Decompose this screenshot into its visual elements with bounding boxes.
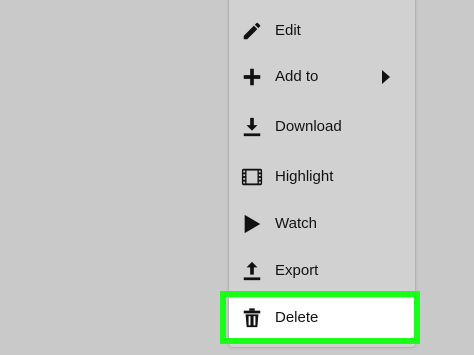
- menu-item-export[interactable]: Export: [229, 251, 415, 291]
- menu-item-label: Add to: [275, 68, 319, 85]
- context-menu: Edit Add to Download Highlight Watch Exp…: [228, 0, 416, 348]
- pencil-icon: [241, 20, 263, 42]
- menu-item-label: Delete: [275, 309, 319, 326]
- menu-item-watch[interactable]: Watch: [229, 204, 415, 244]
- menu-item-edit[interactable]: Edit: [229, 11, 415, 51]
- upload-icon: [241, 260, 263, 282]
- menu-item-highlight[interactable]: Highlight: [229, 157, 415, 197]
- menu-item-download[interactable]: Download: [229, 107, 415, 147]
- play-icon: [241, 213, 263, 235]
- menu-item-label: Export: [275, 262, 319, 279]
- menu-item-label: Download: [275, 118, 342, 135]
- trash-icon: [241, 307, 263, 329]
- menu-item-label: Highlight: [275, 168, 334, 185]
- download-icon: [241, 116, 263, 138]
- menu-item-delete[interactable]: Delete: [229, 298, 415, 338]
- plus-icon: [241, 66, 263, 88]
- submenu-arrow-icon: [381, 70, 391, 84]
- film-icon: [241, 166, 263, 188]
- menu-item-label: Watch: [275, 215, 317, 232]
- menu-item-label: Edit: [275, 22, 301, 39]
- menu-item-add-to[interactable]: Add to: [229, 57, 415, 97]
